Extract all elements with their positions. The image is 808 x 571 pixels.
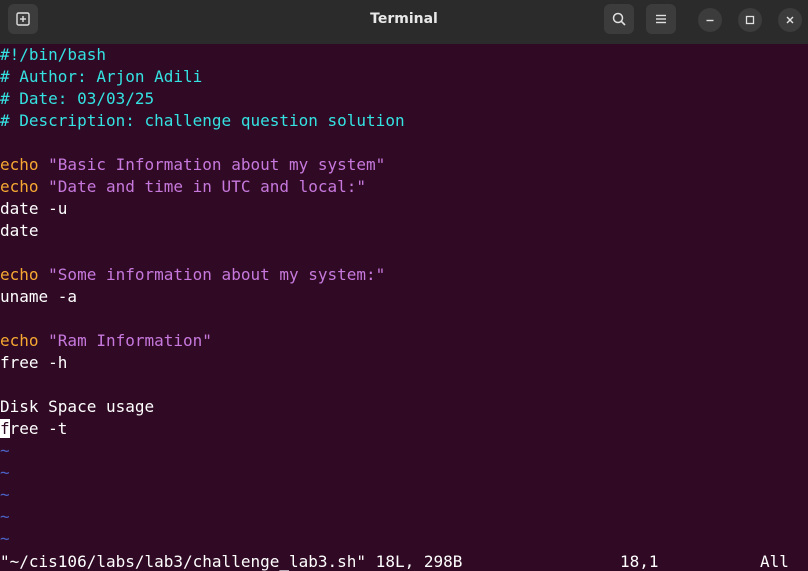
string-literal: "Ram Information": [38, 331, 212, 350]
string-literal: "Basic Information about my system": [38, 155, 386, 174]
editor-line: free -h: [0, 353, 68, 372]
search-button[interactable]: [604, 4, 634, 34]
empty-line-marker: ~: [0, 485, 10, 504]
minimize-icon: [706, 19, 714, 22]
string-literal: "Some information about my system:": [38, 265, 386, 284]
echo-keyword: echo: [0, 155, 39, 174]
maximize-button[interactable]: [738, 8, 762, 32]
maximize-icon: [745, 15, 755, 25]
editor-line: echo "Some information about my system:": [0, 264, 385, 286]
close-icon: [786, 16, 794, 24]
window-title: Terminal: [370, 11, 438, 27]
empty-line-marker: ~: [0, 441, 10, 460]
status-cursor-position: 18,1: [620, 552, 659, 571]
close-button[interactable]: [778, 8, 802, 32]
editor-line: # Description: challenge question soluti…: [0, 111, 405, 130]
editor-line: free -t: [0, 418, 67, 440]
text-cursor: f: [0, 419, 10, 438]
title-bar: Terminal: [0, 0, 808, 45]
editor-line: Disk Space usage: [0, 397, 155, 416]
editor-line: # Date: 03/03/25: [0, 89, 155, 108]
echo-keyword: echo: [0, 265, 39, 284]
empty-line-marker: ~: [0, 463, 10, 482]
empty-line-marker: ~: [0, 529, 10, 548]
editor-line: echo "Ram Information": [0, 330, 212, 352]
editor-line: #!/bin/bash: [0, 45, 106, 64]
echo-keyword: echo: [0, 331, 39, 350]
string-literal: "Date and time in UTC and local:": [38, 177, 367, 196]
editor-line: echo "Date and time in UTC and local:": [0, 176, 366, 198]
echo-keyword: echo: [0, 177, 39, 196]
search-icon: [612, 12, 626, 26]
menu-button[interactable]: [646, 4, 676, 34]
editor-line: date: [0, 221, 39, 240]
hamburger-menu-icon: [656, 14, 666, 24]
empty-line-marker: ~: [0, 507, 10, 526]
line-rest: ree -t: [9, 419, 68, 438]
status-file-info: "~/cis106/labs/lab3/challenge_lab3.sh" 1…: [0, 552, 463, 571]
editor-line: # Author: Arjon Adili: [0, 67, 203, 86]
new-tab-button[interactable]: [8, 4, 38, 34]
status-scroll-indicator: All: [760, 552, 789, 571]
new-tab-icon: [16, 12, 30, 26]
editor-line: uname -a: [0, 287, 78, 306]
minimize-button[interactable]: [698, 8, 722, 32]
editor-line: echo "Basic Information about my system": [0, 154, 385, 176]
editor-line: date -u: [0, 199, 68, 218]
